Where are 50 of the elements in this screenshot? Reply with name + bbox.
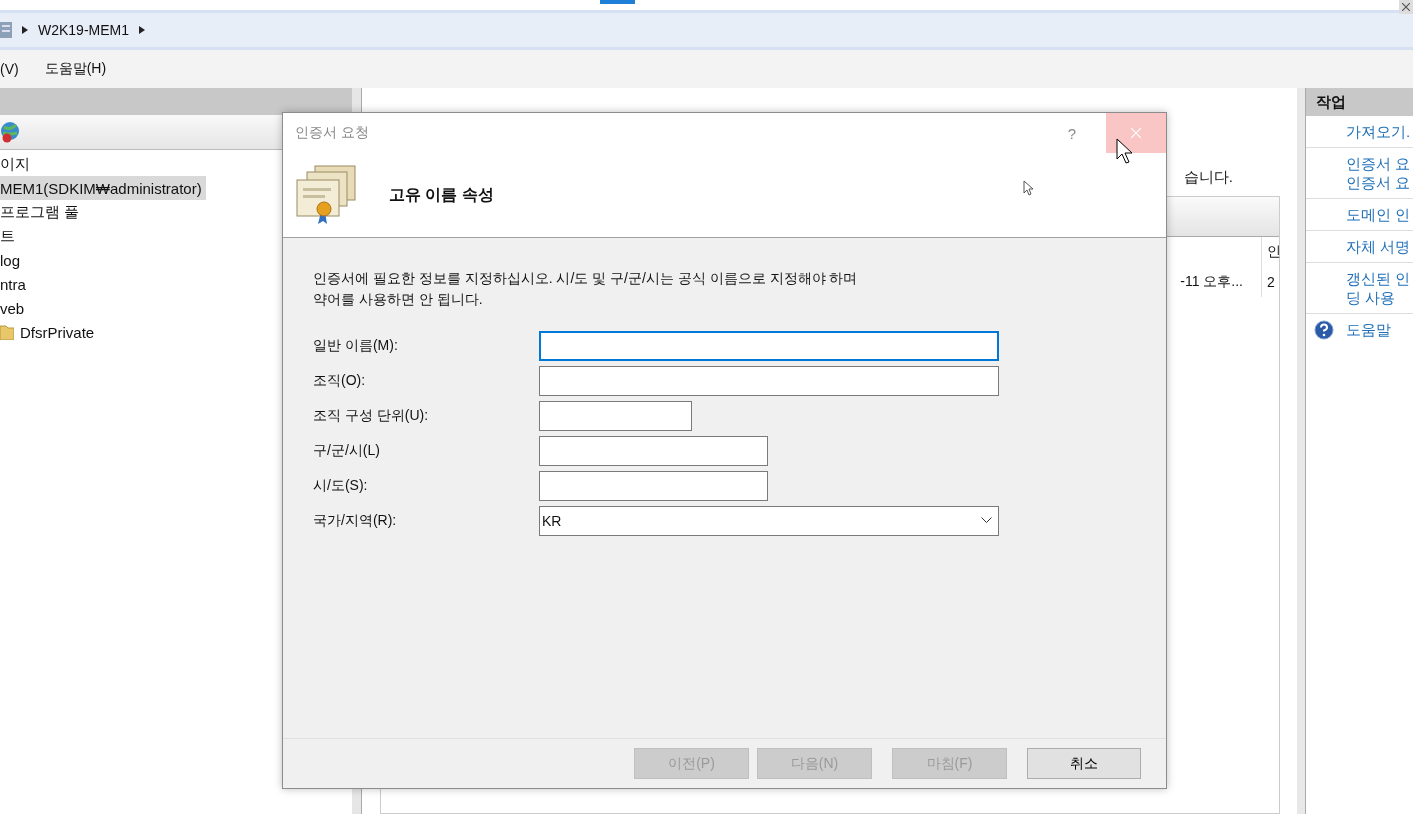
field-label: 시/도(S): [313, 476, 369, 495]
help-button[interactable]: ? [1067, 124, 1076, 142]
chevron-down-icon [981, 517, 992, 524]
tree-item[interactable]: MEM1(SDKIM₩administrator) [0, 176, 206, 200]
close-icon [1131, 128, 1141, 138]
tree-item[interactable]: veb [0, 296, 29, 320]
tree-item[interactable]: 프로그램 풀 [0, 200, 84, 224]
action-link[interactable]: 도메인 인 [1306, 199, 1413, 231]
tree-item[interactable]: ntra [0, 272, 30, 296]
title-bar-accent [600, 0, 635, 4]
input-field[interactable] [539, 435, 768, 466]
description-text: 습니다. [1183, 167, 1233, 187]
input-field[interactable] [539, 470, 768, 501]
field-label: 조직 구성 단위(U): [313, 406, 430, 425]
action-link[interactable]: 인증서 요 인증서 요 [1306, 148, 1413, 199]
instructions-text: 인증서에 필요한 정보를 지정하십시오. 시/도 및 구/군/시는 공식 이름으로 지정해야 하며 약어를 사용하면 안 됩니다. [313, 269, 859, 309]
country-dropdown[interactable]: KR [539, 505, 999, 536]
dialog-title: 인증서 요청 [295, 124, 370, 142]
field-label: 국가/지역(R): [313, 511, 398, 530]
close-icon [1402, 3, 1410, 11]
input-field[interactable] [539, 330, 999, 361]
mouse-cursor-icon [1023, 180, 1033, 196]
actions-header: 작업 [1306, 88, 1413, 116]
chevron-right-icon [22, 26, 28, 34]
field-label: 조직(O): [313, 371, 367, 390]
field-label: 일반 이름(M): [313, 336, 399, 355]
help-link[interactable]: 도움말 [1346, 320, 1391, 340]
menu-item[interactable]: (V) [0, 61, 19, 77]
table-cell-text: -11 오후... [1179, 273, 1244, 291]
tree-item[interactable]: DfsrPrivate [0, 320, 99, 344]
tree-item[interactable]: 이지 [0, 152, 34, 176]
close-button[interactable] [1399, 0, 1413, 14]
tree-item[interactable]: 트 [0, 224, 19, 248]
close-button[interactable] [1106, 113, 1166, 153]
folder-icon [0, 324, 14, 340]
action-link[interactable]: 자체 서명 [1306, 231, 1413, 263]
chevron-right-icon [139, 26, 146, 34]
action-link[interactable]: 갱신된 인 딩 사용 [1306, 263, 1413, 314]
menu-item[interactable]: 도움말(H) [44, 60, 107, 78]
breadcrumb-item[interactable]: W2K19-MEM1 [38, 22, 130, 38]
dialog-heading: 고유 이름 속성 [389, 184, 494, 205]
column-header[interactable]: 인 [1261, 237, 1279, 267]
field-label: 구/군/시(L) [313, 441, 381, 460]
table-cell: 2 [1261, 267, 1279, 297]
tree-item[interactable]: log [0, 248, 25, 272]
action-link[interactable]: 가져오기. [1306, 116, 1413, 148]
input-field[interactable] [539, 365, 999, 396]
help-icon [1314, 320, 1334, 340]
input-field[interactable] [539, 400, 692, 431]
wizard-button[interactable]: 취소 [1027, 748, 1141, 779]
